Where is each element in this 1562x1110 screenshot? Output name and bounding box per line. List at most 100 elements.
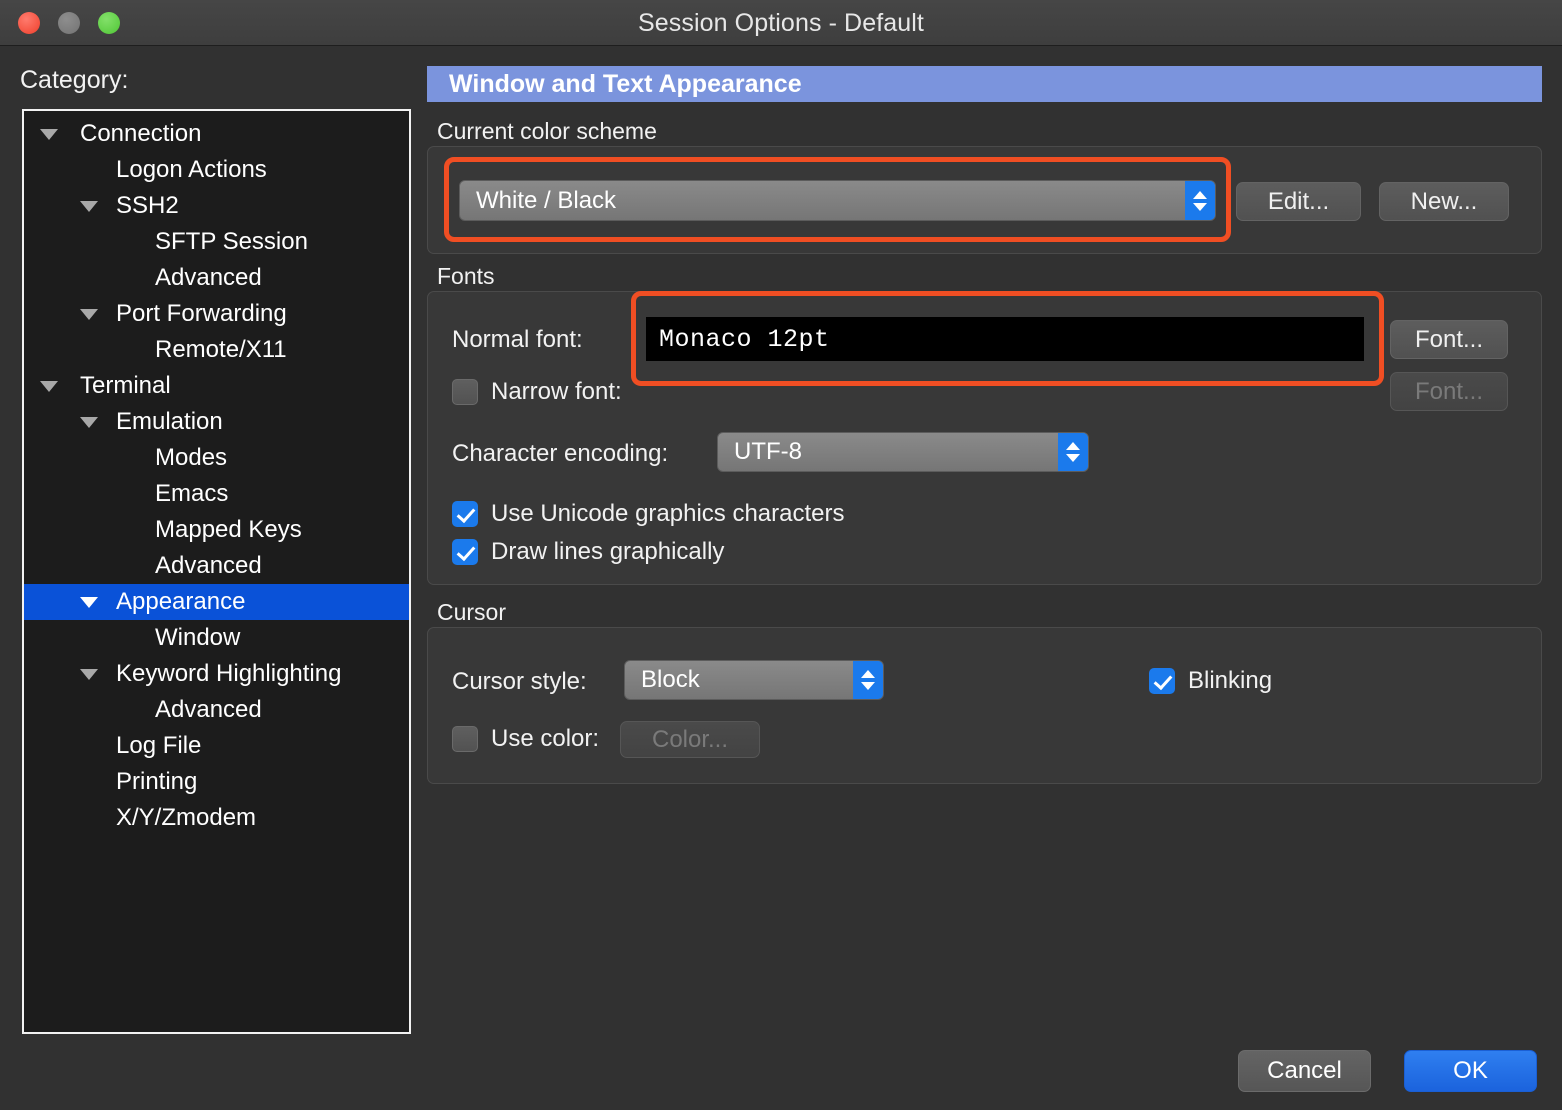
sidebar-item-logon-actions[interactable]: Logon Actions (24, 152, 409, 188)
sidebar-item-label: Advanced (155, 552, 262, 579)
disclosure-triangle-icon[interactable] (80, 596, 98, 608)
sidebar-item-label: Appearance (116, 588, 246, 615)
edit-color-scheme-button[interactable]: Edit... (1236, 182, 1361, 221)
category-tree-list: Connection Logon Actions SSH2 SFTP Session A… (24, 111, 409, 1032)
sidebar-item-label: Log File (116, 732, 202, 759)
sidebar-item-mapped-keys[interactable]: Mapped Keys (24, 512, 409, 548)
cursor-group-label: Cursor (437, 599, 507, 625)
pane-header-title: Window and Text Appearance (449, 69, 802, 98)
narrow-font-checkbox[interactable] (452, 379, 478, 405)
chevron-down-icon (1193, 202, 1207, 211)
sidebar-item-port-forwarding[interactable]: Port Forwarding (24, 296, 409, 332)
cancel-button[interactable]: Cancel (1238, 1050, 1371, 1092)
pane-header: Window and Text Appearance (427, 66, 1542, 102)
draw-lines-graphically-checkbox[interactable] (452, 539, 478, 565)
sidebar-item-ssh2[interactable]: SSH2 (24, 188, 409, 224)
character-encoding-label: Character encoding: (452, 440, 669, 467)
normal-font-button[interactable]: Font... (1390, 320, 1508, 359)
sidebar-item-label: Keyword Highlighting (116, 660, 342, 687)
cursor-style-stepper[interactable] (853, 661, 883, 699)
disclosure-triangle-icon[interactable] (40, 380, 58, 392)
window-title: Session Options - Default (638, 9, 924, 37)
sidebar-item-emacs[interactable]: Emacs (24, 476, 409, 512)
draw-lines-graphically-label: Draw lines graphically (491, 538, 725, 565)
blinking-row[interactable]: Blinking (1149, 667, 1272, 695)
blinking-checkbox[interactable] (1149, 668, 1175, 694)
sidebar-item-log-file[interactable]: Log File (24, 728, 409, 764)
category-tree-panel[interactable]: Connection Logon Actions SSH2 SFTP Session A… (22, 109, 411, 1034)
character-encoding-value: UTF-8 (734, 438, 802, 465)
cursor-group-box (427, 627, 1542, 784)
sidebar-item-advanced[interactable]: Advanced (24, 548, 409, 584)
sidebar-item-remote-x11[interactable]: Remote/X11 (24, 332, 409, 368)
sidebar-item-label: Modes (155, 444, 228, 471)
sidebar-item-label: Window (155, 624, 241, 651)
cursor-style-select[interactable]: Block (624, 660, 884, 700)
normal-font-preview[interactable]: Monaco 12pt (646, 317, 1364, 361)
normal-font-value: Monaco 12pt (659, 324, 830, 354)
window-titlebar: Session Options - Default (0, 0, 1562, 46)
chevron-up-icon (1193, 190, 1207, 199)
fonts-group-label: Fonts (437, 263, 495, 289)
normal-font-label: Normal font: (452, 326, 583, 353)
sidebar-item-modes[interactable]: Modes (24, 440, 409, 476)
sidebar-item-window[interactable]: Window (24, 620, 409, 656)
draw-lines-row[interactable]: Draw lines graphically (452, 538, 724, 566)
unicode-graphics-row[interactable]: Use Unicode graphics characters (452, 500, 845, 528)
cursor-color-button: Color... (620, 721, 760, 758)
blinking-label: Blinking (1188, 667, 1273, 694)
disclosure-triangle-icon[interactable] (80, 308, 98, 320)
sidebar-item-label: Emulation (116, 408, 223, 435)
cursor-style-label: Cursor style: (452, 668, 587, 695)
color-scheme-stepper[interactable] (1185, 181, 1215, 220)
sidebar-item-terminal[interactable]: Terminal (24, 368, 409, 404)
sidebar-item-label: Remote/X11 (155, 336, 287, 363)
character-encoding-select[interactable]: UTF-8 (717, 432, 1089, 472)
sidebar-item-appearance[interactable]: Appearance (24, 584, 409, 620)
sidebar-item-label: Advanced (155, 696, 262, 723)
cursor-style-value: Block (641, 666, 700, 693)
use-color-label: Use color: (491, 725, 600, 752)
sidebar-item-label: Printing (116, 768, 198, 795)
use-color-checkbox[interactable] (452, 726, 478, 752)
sidebar-item-label: SFTP Session (155, 228, 308, 255)
sidebar-item-sftp-session[interactable]: SFTP Session (24, 224, 409, 260)
color-scheme-select-value: White / Black (476, 186, 617, 214)
ok-button[interactable]: OK (1404, 1050, 1537, 1092)
use-unicode-graphics-label: Use Unicode graphics characters (491, 500, 845, 527)
sidebar-item-label: Advanced (155, 264, 262, 291)
chevron-up-icon (1066, 442, 1080, 450)
narrow-font-label: Narrow font: (491, 378, 622, 405)
sidebar-item-label: Terminal (80, 372, 171, 399)
sidebar-item-advanced[interactable]: Advanced (24, 260, 409, 296)
sidebar-item-label: X/Y/Zmodem (116, 804, 257, 831)
sidebar-item-label: Port Forwarding (116, 300, 287, 327)
sidebar-item-label: Connection (80, 120, 202, 147)
sidebar-item-printing[interactable]: Printing (24, 764, 409, 800)
sidebar-item-emulation[interactable]: Emulation (24, 404, 409, 440)
chevron-up-icon (861, 670, 875, 678)
color-scheme-select[interactable]: White / Black (459, 180, 1216, 221)
narrow-font-button: Font... (1390, 372, 1508, 411)
sidebar-item-advanced[interactable]: Advanced (24, 692, 409, 728)
category-label: Category: (20, 66, 129, 94)
sidebar-item-x-y-zmodem[interactable]: X/Y/Zmodem (24, 800, 409, 836)
sidebar-item-connection[interactable]: Connection (24, 116, 409, 152)
character-encoding-stepper[interactable] (1058, 433, 1088, 471)
chevron-down-icon (1066, 454, 1080, 462)
narrow-font-row[interactable]: Narrow font: (452, 378, 622, 406)
sidebar-item-label: Logon Actions (116, 156, 267, 183)
use-unicode-graphics-checkbox[interactable] (452, 501, 478, 527)
sidebar-item-label: Mapped Keys (155, 516, 302, 543)
sidebar-item-label: SSH2 (116, 192, 179, 219)
disclosure-triangle-icon[interactable] (80, 668, 98, 680)
use-color-row[interactable]: Use color: (452, 725, 599, 753)
disclosure-triangle-icon[interactable] (40, 128, 58, 140)
color-scheme-group-label: Current color scheme (437, 118, 657, 144)
new-color-scheme-button[interactable]: New... (1379, 182, 1509, 221)
disclosure-triangle-icon[interactable] (80, 200, 98, 212)
sidebar-item-keyword-highlighting[interactable]: Keyword Highlighting (24, 656, 409, 692)
disclosure-triangle-icon[interactable] (80, 416, 98, 428)
chevron-down-icon (861, 682, 875, 690)
sidebar-item-label: Emacs (155, 480, 229, 507)
